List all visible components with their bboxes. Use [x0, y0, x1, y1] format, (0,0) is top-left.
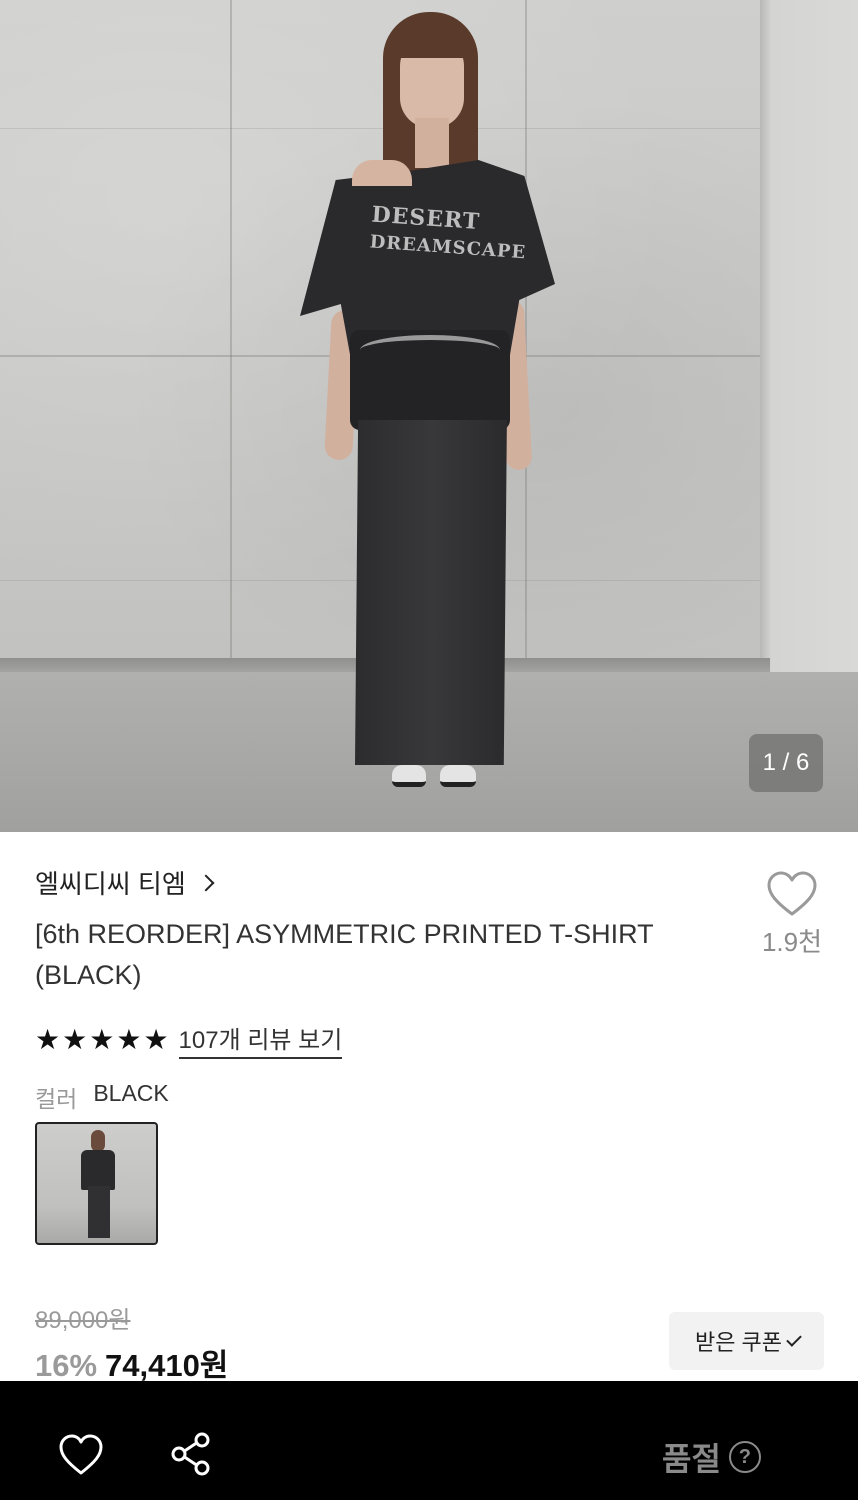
product-title: [6th REORDER] ASYMMETRIC PRINTED T-SHIRT…	[35, 919, 654, 990]
tshirt-print-graphic: DESERT DREAMSCAPE	[368, 201, 527, 280]
thumbnail-model-skirt	[88, 1186, 110, 1238]
model-bare-shoulder	[352, 160, 412, 186]
model-neck	[415, 118, 449, 168]
product-image-gallery[interactable]: DESERT DREAMSCAPE 1 / 6	[0, 0, 858, 832]
brand-name: 엘씨디씨 티엠	[35, 869, 186, 899]
star-filled-icon: ★	[116, 1023, 142, 1055]
coupon-button-label: 받은 쿠폰	[694, 1330, 783, 1355]
color-option-row: 컬러 BLACK	[35, 1080, 169, 1114]
received-coupon-button[interactable]: 받은 쿠폰	[669, 1312, 824, 1370]
heart-outline-icon[interactable]	[58, 1433, 104, 1477]
chevron-right-icon	[197, 874, 215, 891]
bottom-action-bar: 품절 ?	[0, 1381, 858, 1500]
star-filled-icon: ★	[89, 1023, 115, 1055]
model-figure: DESERT DREAMSCAPE	[0, 0, 858, 832]
model-shoe-right	[440, 765, 476, 787]
brand-link[interactable]: 엘씨디씨 티엠	[35, 864, 215, 901]
like-count: 1.9천	[761, 927, 823, 957]
model-shoe-left	[392, 765, 426, 787]
share-icon[interactable]	[168, 1431, 214, 1477]
question-circle-icon[interactable]: ?	[728, 1441, 761, 1473]
color-label: 컬러	[35, 1086, 78, 1112]
sold-out-label: 품절	[662, 1441, 721, 1477]
price-row: 16% 74,410원	[35, 1340, 228, 1385]
model-belt-zipper	[360, 335, 500, 365]
sold-out-status: 품절 ?	[662, 1434, 761, 1480]
color-value: BLACK	[93, 1080, 169, 1106]
discount-rate: 16%	[35, 1348, 98, 1383]
rating-row: ★ ★ ★ ★ ★ 107개 리뷰 보기	[35, 1020, 343, 1059]
sale-price: 74,410원	[105, 1348, 229, 1383]
heart-outline-icon	[767, 871, 817, 916]
star-filled-icon: ★	[62, 1023, 88, 1055]
image-counter-badge: 1 / 6	[749, 734, 823, 792]
thumbnail-model-head	[91, 1130, 105, 1152]
color-swatch-thumbnail[interactable]	[35, 1122, 158, 1245]
original-price: 89,000원	[35, 1307, 131, 1334]
thumbnail-model-tshirt	[81, 1150, 115, 1190]
rating-stars: ★ ★ ★ ★ ★	[35, 1024, 169, 1056]
check-icon	[786, 1331, 802, 1347]
review-link[interactable]: 107개 리뷰 보기	[178, 1020, 343, 1059]
star-filled-icon: ★	[143, 1023, 169, 1055]
model-skirt	[355, 420, 507, 765]
star-filled-icon: ★	[35, 1023, 61, 1055]
like-button[interactable]: 1.9천	[760, 870, 824, 959]
